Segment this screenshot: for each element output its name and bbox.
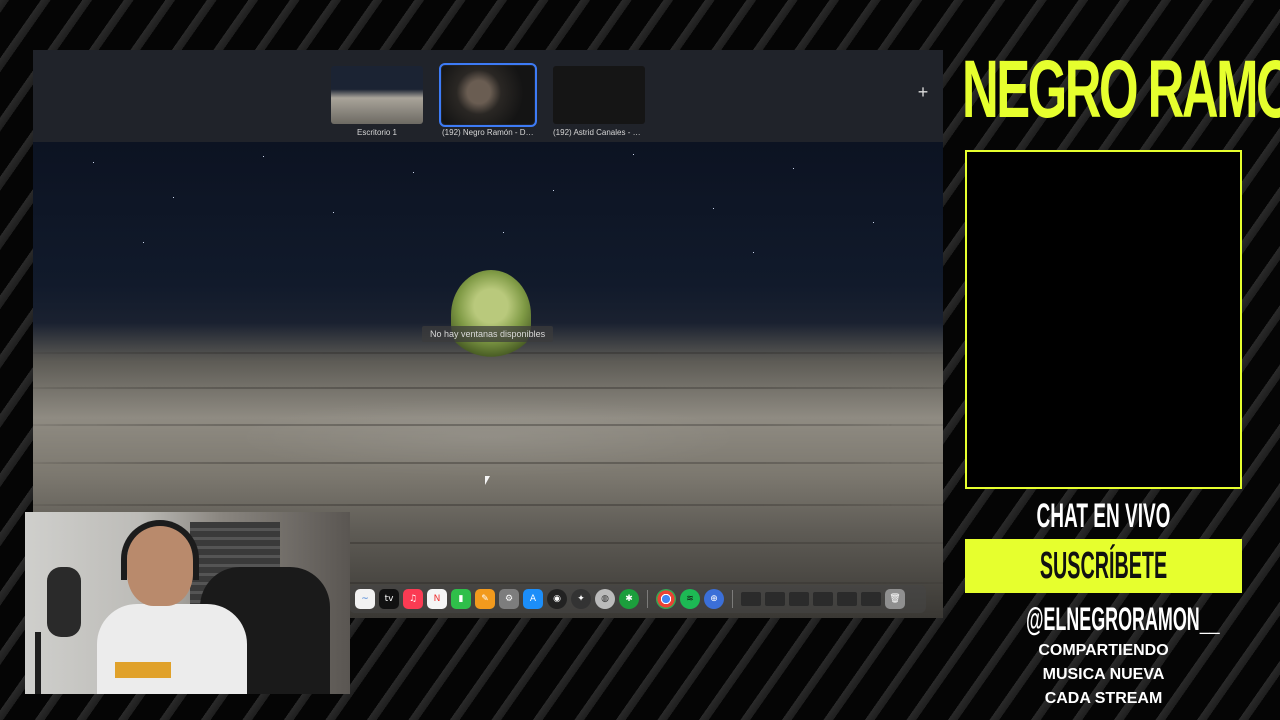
numbers-icon[interactable]: ▮ (451, 589, 471, 609)
chrome-icon[interactable] (656, 589, 676, 609)
apple-tv-icon[interactable]: tv (379, 589, 399, 609)
space-thumbnail (331, 66, 423, 124)
bluetooth-icon[interactable]: ✱ (619, 589, 639, 609)
minimized-window[interactable] (789, 592, 809, 606)
space-thumbnail (553, 66, 645, 124)
webcam-feed (25, 512, 350, 694)
streamer-shirt (97, 604, 247, 694)
space-negro-ramon[interactable]: (192) Negro Ramón - Di... (439, 63, 537, 137)
dock-separator (732, 590, 733, 608)
minimized-window[interactable] (765, 592, 785, 606)
safari-icon[interactable]: ⊕ (704, 589, 724, 609)
dock-separator (647, 590, 648, 608)
final-cut-icon[interactable]: ✦ (571, 589, 591, 609)
add-space-button[interactable]: + (915, 83, 931, 101)
brand-title: NEGRO RAMON (962, 44, 1280, 135)
mission-control-spaces-bar: Escritorio 1 (192) Negro Ramón - Di... (… (33, 50, 943, 142)
system-settings-icon[interactable]: ⚙ (499, 589, 519, 609)
mic-stand (35, 632, 41, 694)
minimized-window[interactable] (741, 592, 761, 606)
mouse-cursor (485, 476, 490, 485)
space-label: (192) Negro Ramón - Di... (442, 128, 534, 137)
space-thumbnail (439, 63, 537, 127)
minimized-window[interactable] (813, 592, 833, 606)
freeform-icon[interactable]: ~ (355, 589, 375, 609)
news-icon[interactable]: N (427, 589, 447, 609)
no-windows-message: No hay ventanas disponibles (422, 326, 554, 342)
subscribe-label: SUSCRÍBETE (1039, 545, 1168, 587)
compressor-icon[interactable]: ◍ (595, 589, 615, 609)
dock: ~ tv ♫ N ▮ ✎ ⚙ A ◉ ✦ ◍ ✱ ≋ ⊕ 🗑 (349, 585, 926, 613)
logic-pro-icon[interactable]: ◉ (547, 589, 567, 609)
space-escritorio-1[interactable]: Escritorio 1 (331, 66, 423, 137)
music-icon[interactable]: ♫ (403, 589, 423, 609)
spotify-icon[interactable]: ≋ (680, 589, 700, 609)
tagline-line-3: CADA STREAM (1044, 690, 1163, 707)
app-store-icon[interactable]: A (523, 589, 543, 609)
chat-panel (965, 150, 1242, 489)
social-handle: @ELNEGRORAMON__ (1025, 601, 1220, 637)
headphones (121, 520, 199, 580)
space-label: (192) Astrid Canales - C... (553, 128, 645, 137)
space-astrid-canales[interactable]: (192) Astrid Canales - C... (553, 66, 645, 137)
subscribe-banner: SUSCRÍBETE (965, 539, 1242, 593)
tree-image (451, 270, 531, 360)
microphone (47, 567, 81, 637)
trash-icon[interactable]: 🗑 (885, 589, 905, 609)
shirt-logo (115, 662, 171, 678)
minimized-window[interactable] (861, 592, 881, 606)
minimized-window[interactable] (837, 592, 857, 606)
tagline-line-1: COMPARTIENDO (1038, 642, 1169, 659)
tagline-line-2: MUSICA NUEVA (1042, 666, 1165, 683)
space-label: Escritorio 1 (356, 128, 397, 137)
chat-label: CHAT EN VIVO (1036, 497, 1171, 535)
pages-icon[interactable]: ✎ (475, 589, 495, 609)
